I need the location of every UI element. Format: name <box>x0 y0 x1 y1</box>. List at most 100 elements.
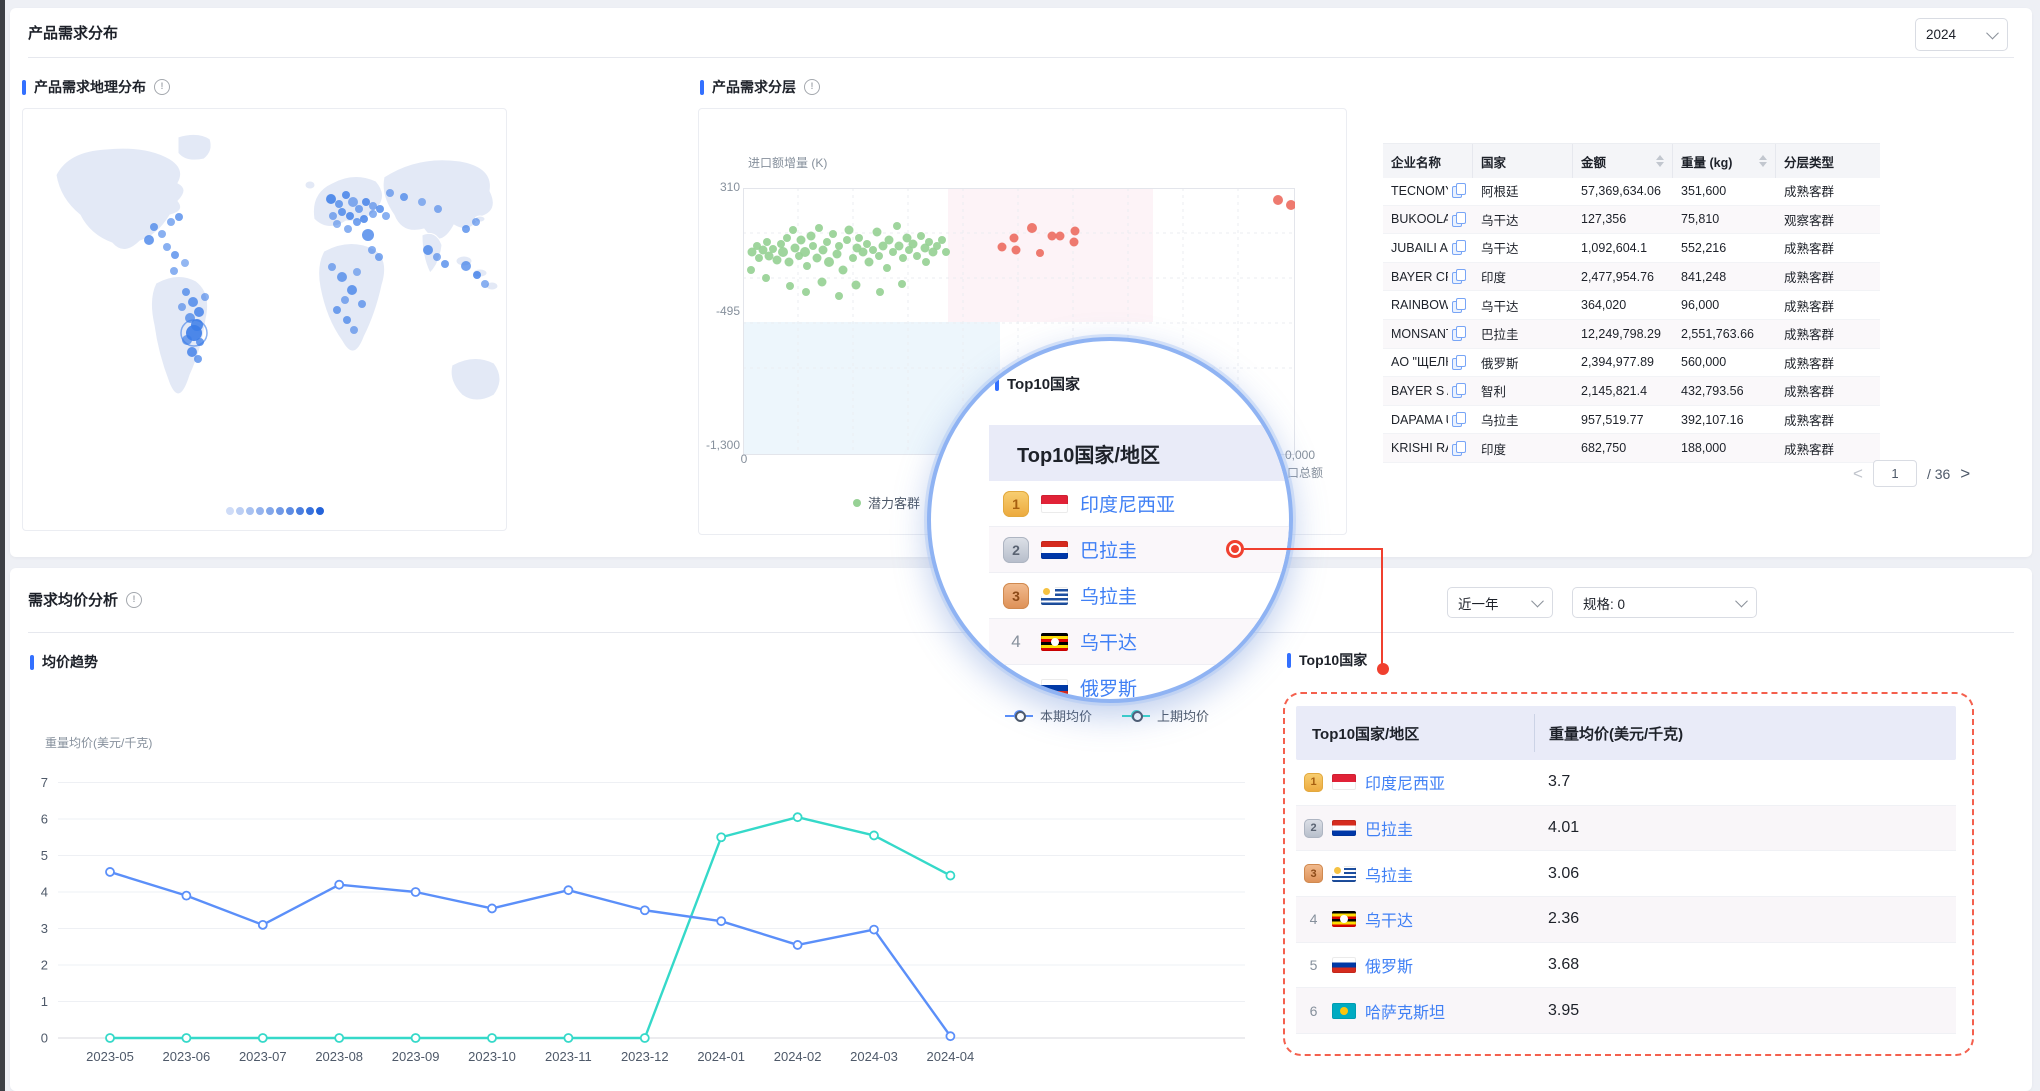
x-tick-label: 2024-02 <box>774 1049 822 1064</box>
column-header-3: 重量 (kg) <box>1673 144 1776 178</box>
table-row[interactable]: AO "ЩЕЛКО...俄罗斯2,394,977.89560,000成熟客群 <box>1383 349 1880 378</box>
copy-icon[interactable] <box>1452 412 1465 427</box>
rank-2-medal-icon: 2 <box>1003 537 1029 563</box>
country-link[interactable]: 乌拉圭 <box>1365 862 1413 886</box>
scatter-point <box>786 282 794 290</box>
country-link[interactable]: 哈萨克斯坦 <box>1365 999 1445 1023</box>
copy-icon[interactable] <box>1452 269 1465 284</box>
bottom-top10-title: Top10国家 <box>1299 650 1367 670</box>
top10-row[interactable]: 1印度尼西亚3.7 <box>1296 760 1956 806</box>
top10-row[interactable]: 2巴拉圭4.01 <box>1296 806 1956 852</box>
data-point <box>335 881 343 889</box>
magnifier-row[interactable]: 4乌干达 <box>989 619 1293 665</box>
country-link[interactable]: 俄罗斯 <box>1365 953 1413 977</box>
country-link[interactable]: 印度尼西亚 <box>1080 490 1175 517</box>
uy-flag-icon <box>1332 866 1356 882</box>
scatter-point <box>835 292 843 300</box>
spec-select[interactable]: 规格: 0 <box>1572 587 1757 618</box>
sort-icons[interactable] <box>1656 155 1664 167</box>
country-link[interactable]: 乌干达 <box>1080 628 1137 655</box>
map-bubble <box>369 202 377 210</box>
info-icon[interactable]: ! <box>804 79 820 95</box>
copy-icon[interactable] <box>1452 441 1465 456</box>
table-row[interactable]: BAYER CRO...印度2,477,954.76841,248成熟客群 <box>1383 263 1880 292</box>
top10-row[interactable]: 3乌拉圭3.06 <box>1296 851 1956 897</box>
spec-value: 规格: 0 <box>1583 593 1625 613</box>
sort-icons[interactable] <box>1759 155 1767 167</box>
time-range-select[interactable]: 近一年 <box>1447 587 1553 618</box>
prev-page-icon[interactable]: < <box>1853 465 1863 482</box>
scatter-point <box>863 240 871 248</box>
bottom-top10-header: Top10国家 <box>1287 650 1367 670</box>
trend-line <box>110 817 950 1038</box>
magnifier-row[interactable]: 2 巴拉圭 <box>989 527 1293 573</box>
top10-table-header: Top10国家/地区 重量均价(美元/千克) <box>1296 706 1956 760</box>
company-name-cell: TECNOMYL ... <box>1383 183 1473 198</box>
uy-flag-icon <box>1041 587 1068 605</box>
legend-current-period[interactable]: 本期均价 <box>1005 706 1092 725</box>
top10-table-body: 1印度尼西亚3.72巴拉圭4.013乌拉圭3.064乌干达2.365俄罗斯3.6… <box>1296 760 1956 1034</box>
x-tick-label: 2023-11 <box>545 1049 592 1064</box>
country-link[interactable]: 乌干达 <box>1365 907 1413 931</box>
scatter-legend-potential[interactable]: 潜力客群 <box>853 493 920 512</box>
copy-icon[interactable] <box>1452 355 1465 370</box>
scatter-point <box>1012 246 1021 255</box>
copy-icon[interactable] <box>1452 383 1465 398</box>
table-row[interactable]: RAINBOW A...乌干达364,02096,000成熟客群 <box>1383 291 1880 320</box>
country-cell: 智利 <box>1473 381 1573 400</box>
connector-line-vertical <box>1381 548 1383 666</box>
top10-row[interactable]: 5俄罗斯3.68 <box>1296 943 1956 989</box>
info-icon[interactable]: ! <box>154 79 170 95</box>
scatter-point <box>845 226 854 235</box>
legend-previous-period[interactable]: 上期均价 <box>1122 706 1209 725</box>
x-tick-label: 2023-05 <box>86 1049 134 1064</box>
top10-col1: Top10国家/地区 <box>1296 723 1534 744</box>
data-point <box>106 868 114 876</box>
scatter-point <box>852 281 861 290</box>
country-link[interactable]: 乌拉圭 <box>1080 582 1137 609</box>
data-point <box>182 892 190 900</box>
scatter-point <box>889 248 897 256</box>
copy-icon[interactable] <box>1452 183 1465 198</box>
country-link[interactable]: 印度尼西亚 <box>1365 770 1445 794</box>
copy-icon[interactable] <box>1452 212 1465 227</box>
scatter-point <box>1056 232 1065 241</box>
value-cell: 3.95 <box>1534 1002 1956 1020</box>
map-bubble <box>481 280 489 288</box>
legend-label: 上期均价 <box>1157 706 1209 725</box>
next-page-icon[interactable]: > <box>1960 465 1970 482</box>
magnifier-row[interactable]: 1印度尼西亚 <box>989 481 1293 527</box>
top10-row[interactable]: 6哈萨克斯坦3.95 <box>1296 988 1956 1034</box>
ug-flag-icon <box>1332 911 1356 927</box>
year-select[interactable]: 2024 <box>1915 18 2008 51</box>
chevron-down-icon <box>1735 595 1748 608</box>
map-bubble <box>360 215 368 223</box>
table-row[interactable]: DAPAMA UR...乌拉圭957,519.77392,107.16成熟客群 <box>1383 406 1880 435</box>
copy-icon[interactable] <box>1452 326 1465 341</box>
map-bubble <box>376 205 384 213</box>
table-row[interactable]: BUKOOLA C...乌干达127,35675,810观察客群 <box>1383 206 1880 235</box>
ru-flag-icon <box>1041 679 1068 697</box>
country-link[interactable]: 巴拉圭 <box>1365 816 1413 840</box>
table-row[interactable]: MONSANTO ...巴拉圭12,249,798.292,551,763.66… <box>1383 320 1880 349</box>
table-row[interactable]: BAYER S A智利2,145,821.4432,793.56成熟客群 <box>1383 377 1880 406</box>
table-row[interactable]: KRISHI RASA...印度682,750188,000成熟客群 <box>1383 434 1880 463</box>
copy-icon[interactable] <box>1452 298 1465 313</box>
top10-row[interactable]: 4乌干达2.36 <box>1296 897 1956 943</box>
scatter-point <box>835 242 843 250</box>
map-bubble <box>347 285 357 295</box>
country-link[interactable]: 俄罗斯 <box>1080 674 1137 701</box>
value-cell: 4.01 <box>1534 819 1956 837</box>
table-row[interactable]: JUBAILI AGR...乌干达1,092,604.1552,216成熟客群 <box>1383 234 1880 263</box>
country-link[interactable]: 巴拉圭 <box>1080 536 1137 563</box>
price-trend-line-chart: 765432102023-052023-062023-072023-082023… <box>20 755 1260 1065</box>
info-icon[interactable]: ! <box>126 592 142 608</box>
ru-flag-icon <box>1332 957 1356 973</box>
copy-icon[interactable] <box>1452 240 1465 255</box>
magnifier-row[interactable]: 5俄罗斯 <box>989 665 1293 703</box>
rank-3-medal-icon: 3 <box>1304 864 1323 883</box>
magnifier-row[interactable]: 3乌拉圭 <box>989 573 1293 619</box>
table-row[interactable]: TECNOMYL ...阿根廷57,369,634.06351,600成熟客群 <box>1383 177 1880 206</box>
page-title: 产品需求分布 <box>28 22 118 43</box>
page-input[interactable]: 1 <box>1873 460 1917 487</box>
